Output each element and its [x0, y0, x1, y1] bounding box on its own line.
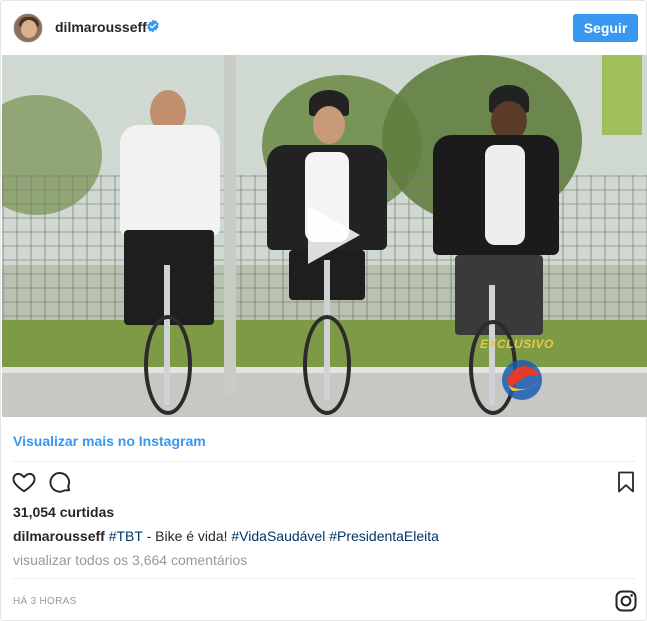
view-comments-link[interactable]: visualizar todos os 3,664 comentários: [13, 552, 247, 568]
post-timestamp: HÁ 3 HORAS: [13, 596, 77, 607]
avatar-face: [21, 20, 37, 38]
divider: [13, 578, 636, 579]
hashtag-link[interactable]: #VidaSaudável: [231, 528, 325, 544]
bike-wheel: [144, 315, 192, 415]
verified-badge-icon: [147, 19, 159, 33]
post-caption: dilmarousseff #TBT - Bike é vida! #VidaS…: [13, 528, 439, 544]
hashtag-link[interactable]: #TBT: [109, 528, 143, 544]
instagram-icon[interactable]: [614, 589, 638, 613]
play-icon[interactable]: [298, 200, 368, 270]
video-player[interactable]: EXCLUSIVO: [2, 55, 647, 417]
heart-icon[interactable]: [11, 469, 37, 495]
follow-button[interactable]: Seguir: [573, 14, 638, 42]
caption-text: - Bike é vida!: [142, 528, 232, 544]
view-more-link[interactable]: Visualizar mais no Instagram: [13, 433, 206, 449]
hashtag-link[interactable]: #PresidentaEleita: [329, 528, 439, 544]
watermark-text: EXCLUSIVO: [480, 337, 554, 351]
caption-username[interactable]: dilmarousseff: [13, 528, 105, 544]
rider-shirt: [120, 125, 220, 235]
rider-shirt: [485, 145, 525, 245]
header-username[interactable]: dilmarousseff: [55, 19, 147, 35]
comment-icon[interactable]: [47, 469, 73, 495]
instagram-embed-card: dilmarousseff Seguir EXCLUSIVO Visualiza…: [0, 0, 647, 621]
post-header: dilmarousseff Seguir: [1, 1, 647, 55]
bike-wheel: [303, 315, 351, 415]
rider-head: [313, 106, 345, 144]
bookmark-icon[interactable]: [614, 470, 638, 494]
rider-left: [102, 85, 242, 415]
video-pole: [602, 55, 642, 135]
avatar[interactable]: [13, 13, 43, 43]
divider: [13, 461, 636, 462]
likes-count: 31,054 curtidas: [13, 504, 115, 520]
